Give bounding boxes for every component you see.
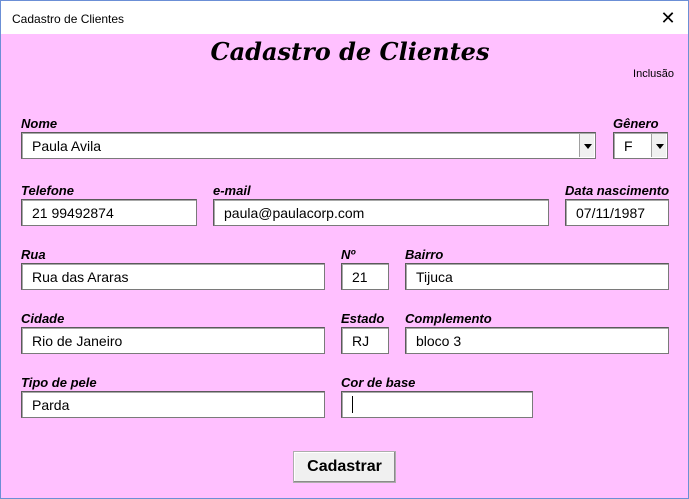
genero-value: F [624,138,633,154]
genero-dropdown-arrow-icon[interactable] [651,134,666,157]
estado-label: Estado [341,311,385,326]
close-icon[interactable]: ✕ [656,6,680,30]
base-input[interactable] [341,391,533,418]
window-title: Cadastro de Clientes [12,12,125,26]
numero-label: Nº [341,247,356,262]
bairro-label: Bairro [405,247,444,262]
nascimento-input[interactable]: 07/11/1987 [565,199,669,226]
rua-input[interactable]: Rua das Araras [21,263,325,290]
form-heading: Cadastro de Clientes [210,37,490,66]
genero-combobox[interactable]: F [613,132,668,159]
window: Cadastro de Clientes ✕ Cadastro de Clien… [0,0,689,499]
nome-value: Paula Avila [32,138,102,154]
complemento-input[interactable]: bloco 3 [405,327,669,354]
mode-indicator: Inclusão [633,68,674,80]
pele-input[interactable]: Parda [21,391,325,418]
genero-label: Gênero [613,116,659,131]
numero-input[interactable]: 21 [341,263,389,290]
estado-input[interactable]: RJ [341,327,389,354]
cadastrar-button[interactable]: Cadastrar [293,451,396,483]
email-input[interactable]: paula@paulacorp.com [213,199,549,226]
nome-label: Nome [21,116,58,131]
bairro-input[interactable]: Tijuca [405,263,669,290]
pele-label: Tipo de pele [21,375,97,390]
nome-combobox[interactable]: Paula Avila [21,132,596,159]
email-label: e-mail [213,183,251,198]
text-cursor [352,396,353,413]
cidade-input[interactable]: Rio de Janeiro [21,327,325,354]
base-label: Cor de base [341,375,416,390]
rua-label: Rua [21,247,46,262]
title-bar: Cadastro de Clientes ✕ [1,1,688,34]
telefone-label: Telefone [21,183,74,198]
nome-dropdown-arrow-icon[interactable] [579,134,594,157]
cidade-label: Cidade [21,311,65,326]
telefone-input[interactable]: 21 99492874 [21,199,197,226]
complemento-label: Complemento [405,311,492,326]
nascimento-label: Data nascimento [565,183,670,198]
